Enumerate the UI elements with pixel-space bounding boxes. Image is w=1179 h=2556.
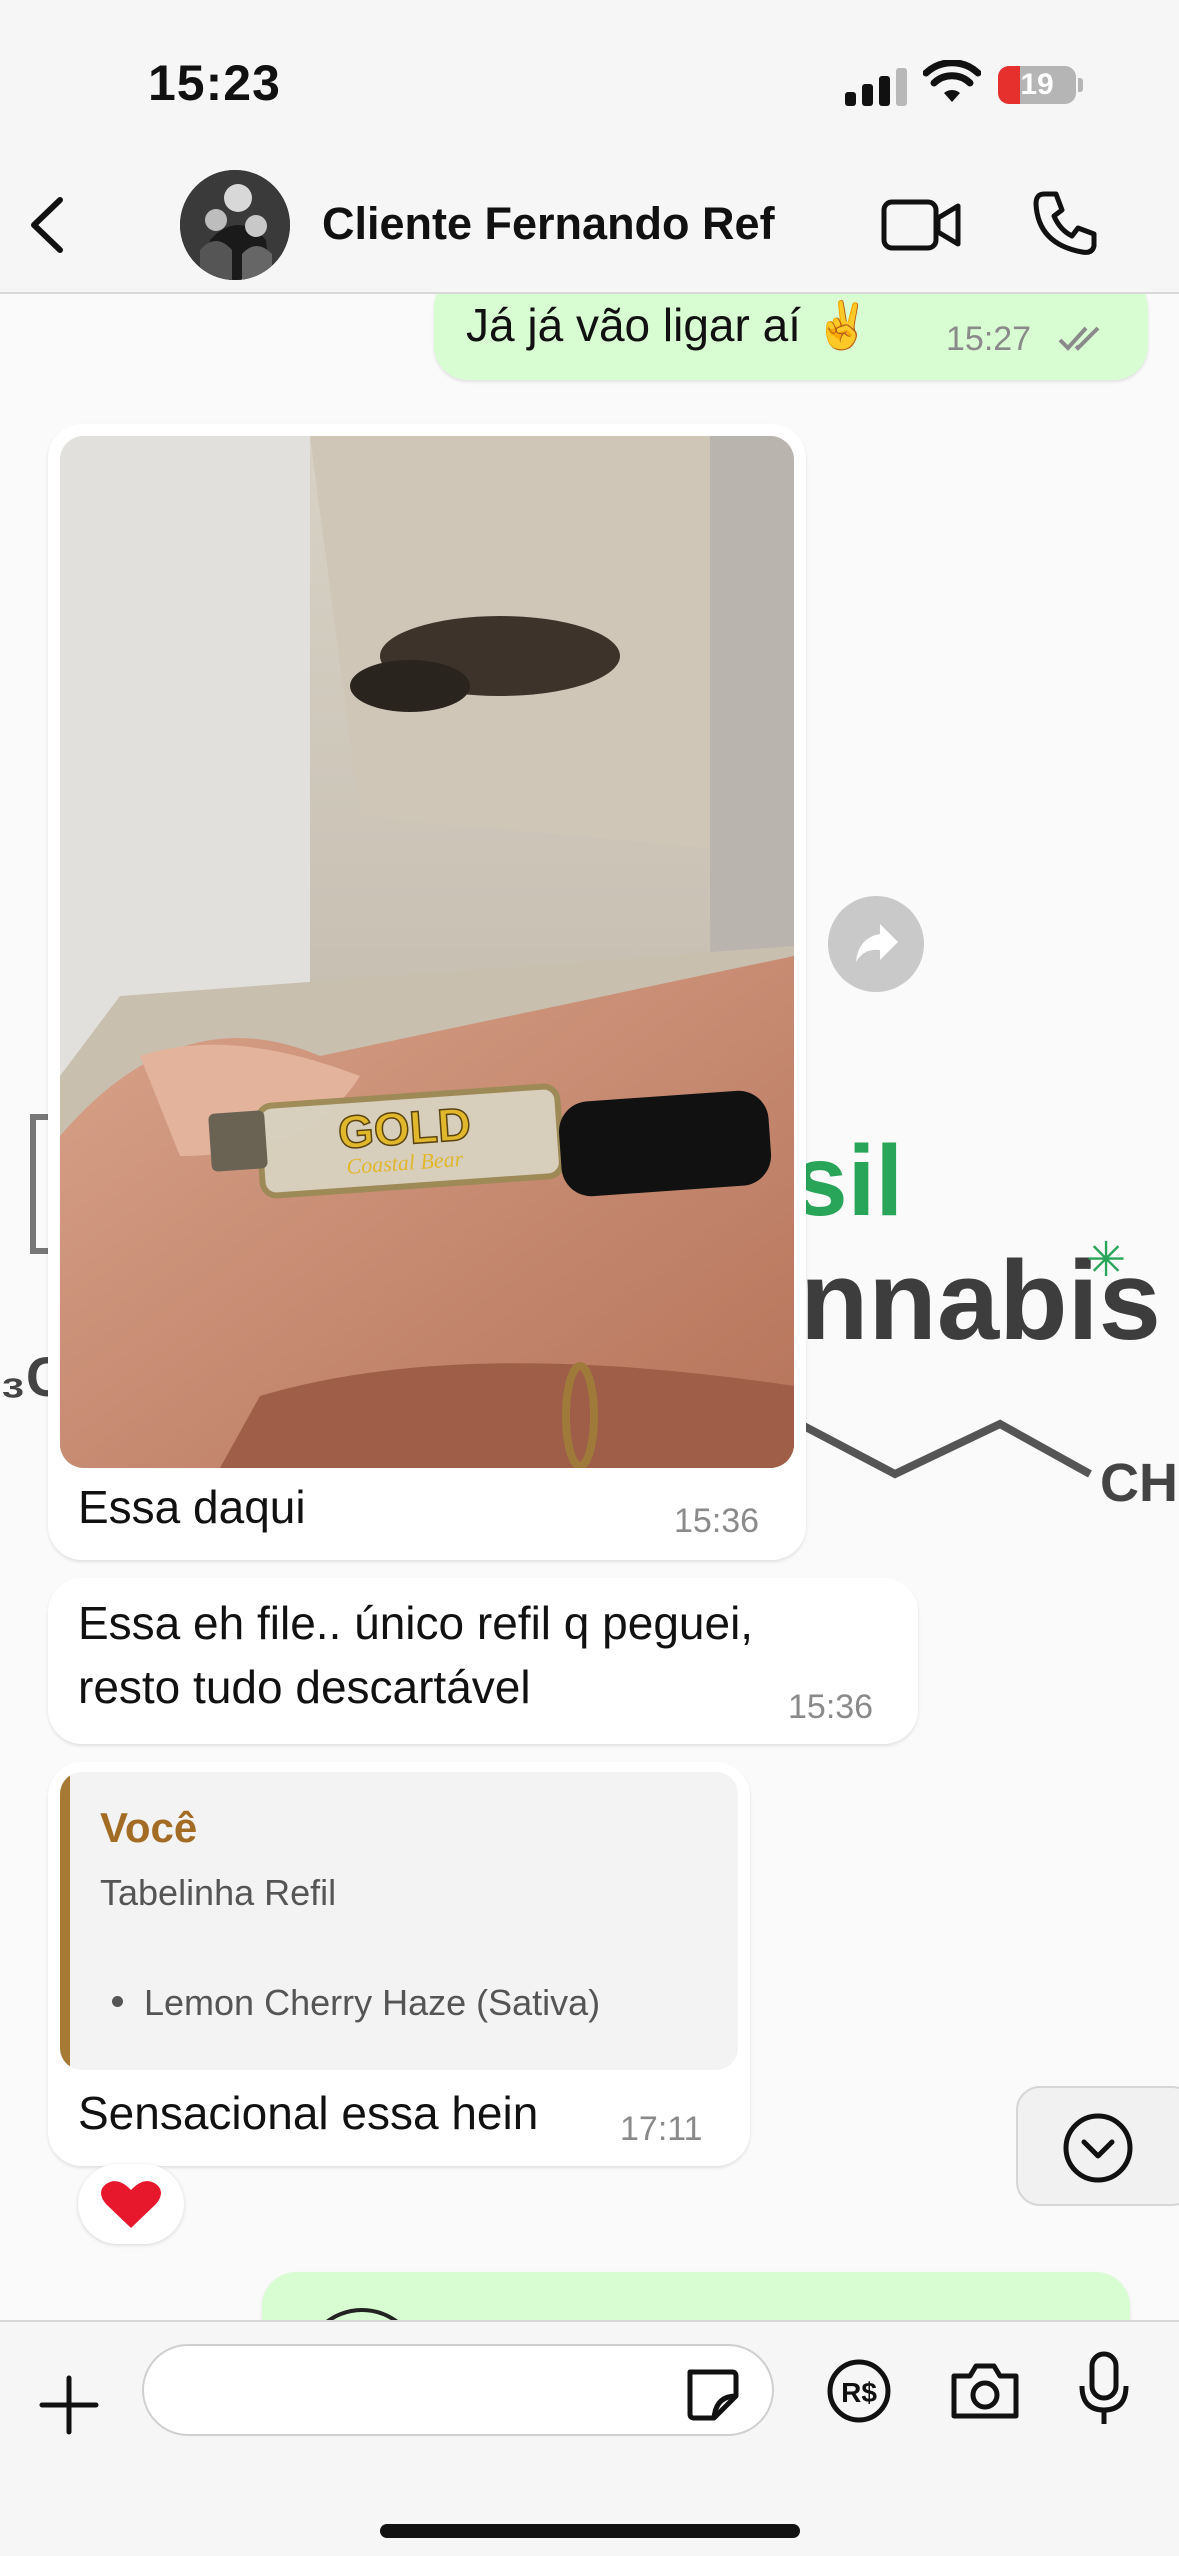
message-time: 15:27 <box>946 320 1032 358</box>
home-indicator <box>380 2524 800 2538</box>
scroll-to-bottom-button[interactable] <box>1016 2086 1179 2206</box>
partial-avatar <box>302 2308 422 2320</box>
wallpaper-chem-right: CH <box>1100 1453 1178 1513</box>
bullet-dot <box>112 1996 123 2007</box>
message-bubble-outgoing-partial[interactable] <box>262 2272 1130 2320</box>
sticker-icon[interactable] <box>680 2362 742 2424</box>
photo-caption: Essa daqui <box>78 1481 306 1533</box>
message-bubble-outgoing[interactable]: Já já vão ligar aí ✌️ 15:27 <box>434 294 1148 380</box>
reaction-badge[interactable] <box>78 2164 184 2244</box>
quote-title: Tabelinha Refil <box>100 1872 337 1913</box>
message-bubble-incoming[interactable]: Essa eh file.. único refil q peguei, res… <box>48 1578 918 1744</box>
chat-header: Cliente Fernando Ref <box>0 160 1179 294</box>
forward-icon <box>856 924 898 962</box>
battery-level: 19 <box>1020 68 1054 101</box>
back-chevron-icon[interactable] <box>20 190 80 260</box>
battery-cap <box>1078 78 1083 92</box>
camera-icon[interactable] <box>948 2360 1022 2422</box>
contact-avatar[interactable] <box>180 170 290 280</box>
quote-accent-bar <box>60 1772 70 2070</box>
microphone-icon[interactable] <box>1074 2350 1134 2430</box>
status-time: 15:23 <box>148 55 281 111</box>
message-time: 15:36 <box>674 1502 760 1540</box>
quote-list-item: Lemon Cherry Haze (Sativa) <box>144 1982 601 2023</box>
phone-call-icon[interactable] <box>1030 188 1100 258</box>
forward-button[interactable] <box>828 896 924 992</box>
message-text: Sensacional essa hein <box>78 2087 539 2139</box>
battery-icon: 19 <box>998 66 1076 104</box>
message-time: 17:11 <box>620 2110 703 2148</box>
cannabis-leaf-icon: ✳ <box>1086 1234 1127 1287</box>
plus-icon[interactable] <box>38 2374 100 2436</box>
video-call-icon[interactable] <box>880 194 962 256</box>
message-text: Já já vão ligar aí ✌️ <box>466 299 872 351</box>
svg-text:R$: R$ <box>841 2377 877 2408</box>
payment-icon[interactable]: R$ <box>826 2358 892 2424</box>
quote-author: Você <box>100 1804 198 1851</box>
quoted-message[interactable]: Você Tabelinha Refil Lemon Cherry Haze (… <box>60 1772 738 2070</box>
message-photo[interactable]: GOLD Coastal Bear <box>60 436 794 1468</box>
chevron-down-circle-icon <box>1063 2113 1133 2183</box>
message-text-line-1: Essa eh file.. único refil q peguei, <box>78 1597 754 1649</box>
chat-area[interactable]: sil nnabis ✳ ₃C CH Já já vão ligar aí ✌️… <box>0 294 1179 2320</box>
status-bar: 15:23 19 <box>0 0 1179 160</box>
message-time: 15:36 <box>788 1688 874 1726</box>
input-bar: R$ <box>0 2320 1179 2556</box>
contact-name[interactable]: Cliente Fernando Ref <box>322 198 775 250</box>
wifi-icon <box>922 59 982 109</box>
wallpaper-text-1: sil <box>792 1125 904 1237</box>
message-bubble-reply[interactable]: Você Tabelinha Refil Lemon Cherry Haze (… <box>48 1762 750 2166</box>
heart-icon <box>101 2181 161 2228</box>
message-bubble-photo[interactable]: GOLD Coastal Bear Essa daqui 15:36 <box>48 424 806 1560</box>
molecule-line <box>800 1419 1092 1479</box>
message-text-line-2: resto tudo descartável <box>78 1661 531 1713</box>
cellular-signal-icon <box>845 66 907 106</box>
read-receipt-icon <box>1056 322 1106 359</box>
